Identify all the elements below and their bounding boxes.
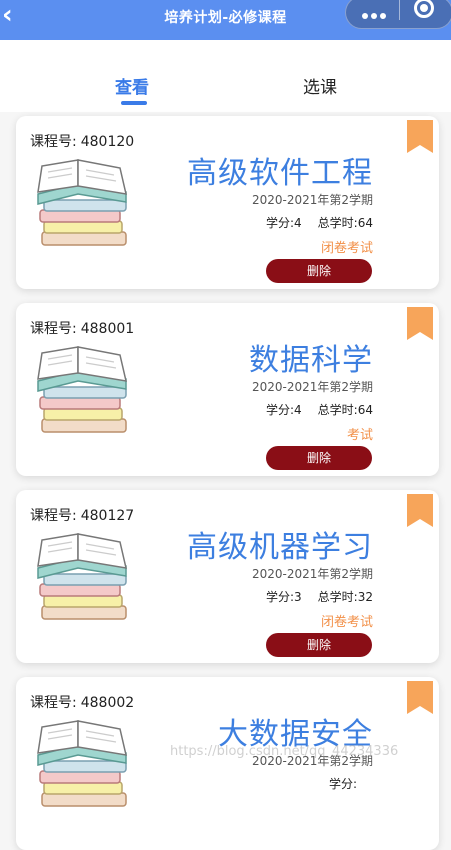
delete-button[interactable]: 删除 [266,446,372,470]
credits-label: 学分: [265,590,295,604]
hours-value: 64 [357,216,373,230]
more-dots-icon[interactable] [362,4,392,19]
course-credits-hours: 学分:4 总学时:64 [266,401,373,418]
active-tab-indicator [121,101,147,105]
hours-label: 总学时: [317,403,358,417]
book-stack-icon [32,719,132,815]
course-card[interactable]: 课程号: 488002 大数据安全 2020-2021年第2学期 学分: [16,677,439,850]
course-id-label: 课程号: [30,508,77,524]
course-id-label: 课程号: [30,321,77,337]
hours-label: 总学时: [317,216,358,230]
bookmark-icon[interactable] [407,120,433,153]
credits-label: 学分: [265,403,295,417]
hours-label: 总学时: [317,590,358,604]
course-term: 2020-2021年第2学期 [251,380,373,394]
credits-value: 3 [294,590,302,604]
bookmark-icon[interactable] [407,494,433,527]
tab-view[interactable]: 查看 [115,73,149,98]
exam-type: 闭卷考试 [320,241,373,256]
course-id: 课程号: 488001 [30,318,134,338]
delete-button[interactable]: 删除 [266,633,372,657]
course-name: 高级机器学习 [187,530,373,565]
hours-value: 64 [357,403,373,417]
course-card[interactable]: 课程号: 480120 高级软件工程 2020-2021年第2学期学分:4 总学时:64… [16,116,439,289]
course-term: 2020-2021年第2学期 [251,567,373,581]
bookmark-icon[interactable] [407,307,433,340]
target-circle-icon[interactable] [414,0,434,18]
navigation-bar: ‹ 培养计划-必修课程 [0,0,451,40]
mini-program-capsule [345,0,451,29]
capsule-divider [399,0,400,20]
tab-select-course[interactable]: 选课 [303,73,337,98]
exam-type: 闭卷考试 [320,615,373,630]
course-credits-hours: 学分: [329,775,373,792]
delete-button[interactable]: 删除 [266,259,372,283]
credits-value: 4 [294,216,302,230]
book-stack-icon [32,532,132,628]
course-credits-hours: 学分:4 总学时:64 [266,214,373,231]
course-credits-hours: 学分:3 总学时:32 [266,588,373,605]
book-stack-icon [32,345,132,441]
course-card[interactable]: 课程号: 488001 数据科学 2020-2021年第2学期学分:4 总学时:64 考试… [16,303,439,476]
course-id: 课程号: 480127 [30,505,134,525]
watermark: https://blog.csdn.net/qq_44234336 [170,744,399,759]
tab-bar: 查看 选课 [0,40,451,112]
course-id-value: 488001 [80,321,135,337]
book-stack-icon [32,158,132,254]
credits-label: 学分: [265,216,295,230]
course-id: 课程号: 488002 [30,692,134,712]
course-id-value: 488002 [80,695,135,711]
course-name: 数据科学 [249,343,373,378]
course-id-value: 480127 [80,508,135,524]
credits-label: 学分: [328,777,357,791]
course-name: 高级软件工程 [187,156,373,191]
exam-type: 考试 [346,428,373,443]
course-id-label: 课程号: [30,134,77,150]
hours-value: 32 [357,590,373,604]
course-term: 2020-2021年第2学期 [251,193,373,207]
credits-value: 4 [294,403,302,417]
course-id: 课程号: 480120 [30,131,134,151]
course-id-value: 480120 [80,134,135,150]
course-card[interactable]: 课程号: 480127 高级机器学习 2020-2021年第2学期学分:3 总学时:32… [16,490,439,663]
course-id-label: 课程号: [30,695,77,711]
bookmark-icon[interactable] [407,681,433,714]
